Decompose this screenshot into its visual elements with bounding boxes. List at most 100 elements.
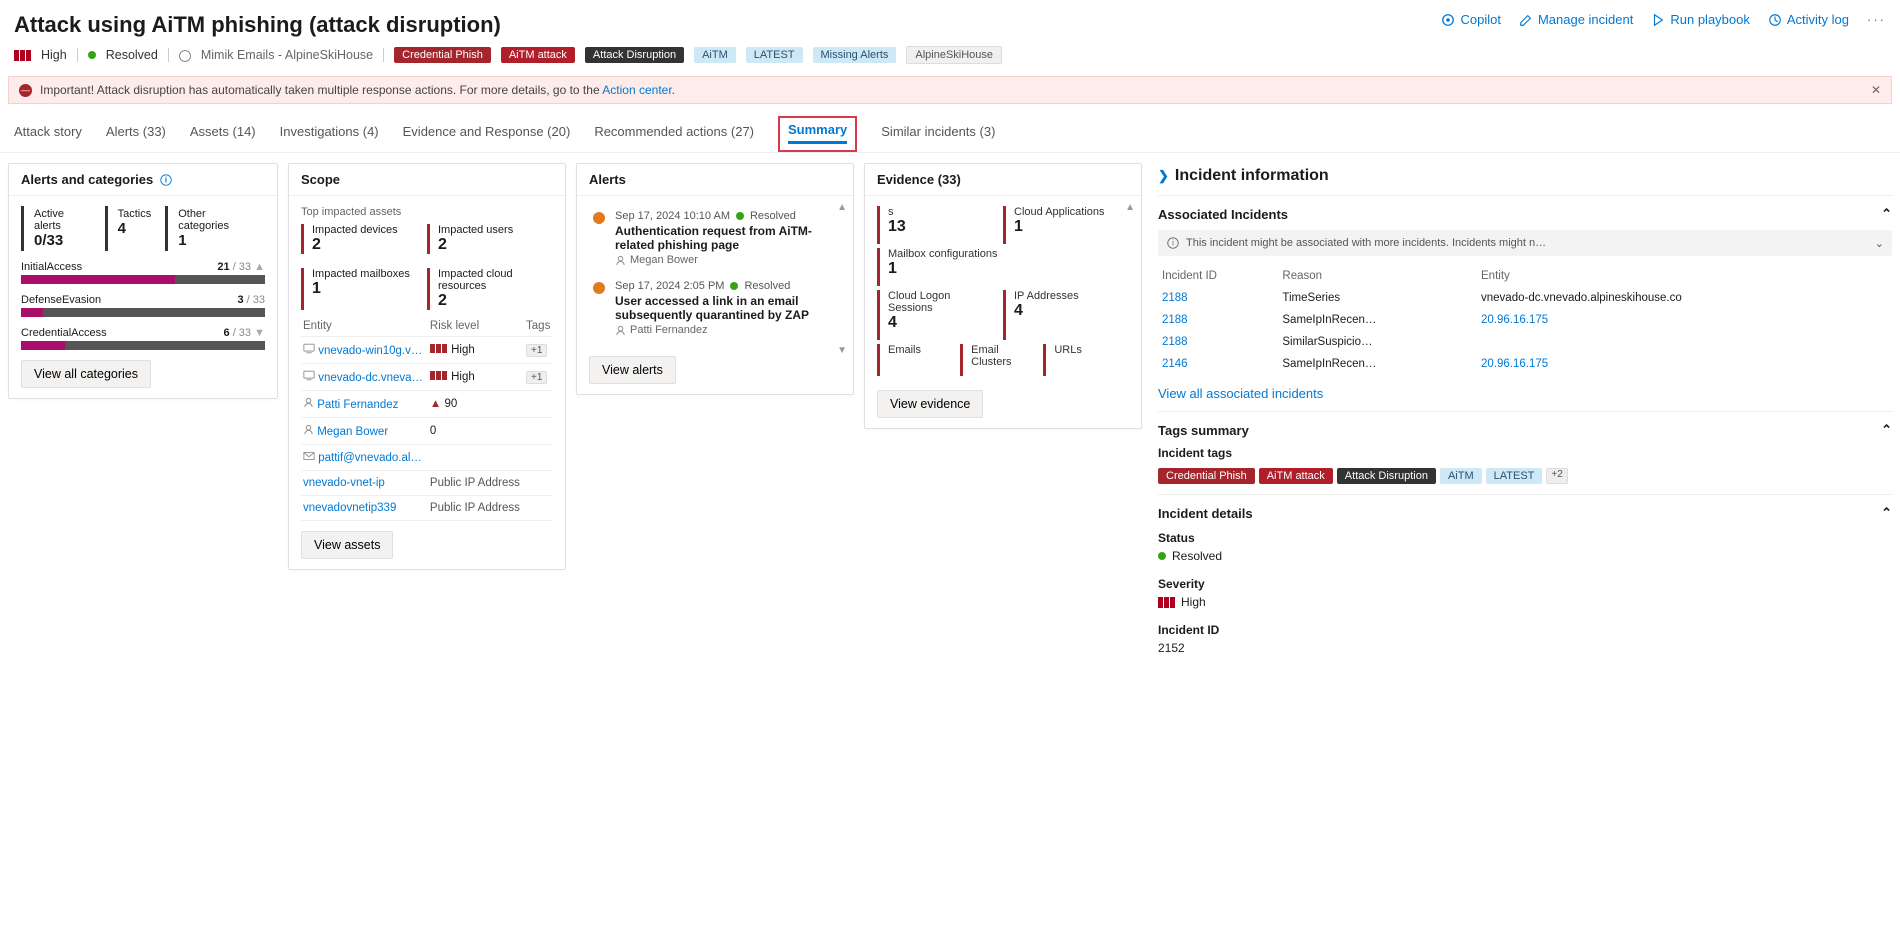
table-row[interactable]: vnevado-vnet-ipPublic IP Address [301, 471, 553, 496]
scope-metric-label: Impacted devices [312, 224, 419, 236]
table-row[interactable]: vnevadovnetip339Public IP Address [301, 496, 553, 521]
tag-credential-phish[interactable]: Credential Phish [394, 47, 491, 63]
scope-subtitle: Top impacted assets [301, 206, 553, 218]
table-row[interactable]: Megan Bower0 [301, 418, 553, 445]
category-name: DefenseEvasion [21, 294, 101, 306]
scroll-up-icon[interactable]: ▲ [837, 202, 847, 213]
tag-latest[interactable]: LATEST [746, 47, 803, 63]
evidence-item: Emails [877, 344, 960, 376]
tag[interactable]: LATEST [1486, 468, 1543, 484]
tag-attack-disruption[interactable]: Attack Disruption [585, 47, 684, 63]
tag-aitm-attack[interactable]: AiTM attack [501, 47, 575, 63]
scope-metric-value: 2 [438, 292, 545, 310]
entity-link[interactable]: Patti Fernandez [317, 399, 398, 411]
status-label: Status [1158, 531, 1892, 545]
table-row[interactable]: 2188SimilarSuspicio… [1160, 332, 1890, 352]
status-bullet-icon [593, 212, 605, 224]
notice-text: Important! Attack disruption has automat… [40, 83, 602, 97]
table-row[interactable]: vnevado-win10g.v… High+1 [301, 337, 553, 364]
evidence-item: s13 [877, 206, 1003, 244]
user-icon [179, 50, 191, 62]
tag[interactable]: AiTM attack [1259, 468, 1333, 484]
tab-recommended[interactable]: Recommended actions (27) [594, 118, 754, 152]
incident-id-link[interactable]: 2188 [1162, 314, 1188, 326]
copilot-icon [1441, 13, 1455, 27]
close-icon[interactable]: ✕ [1871, 83, 1881, 97]
tags-summary-header[interactable]: Tags summary⌃ [1158, 422, 1892, 438]
status-bullet-icon [593, 282, 605, 294]
tab-assets[interactable]: Assets (14) [190, 118, 256, 152]
scope-metric-label: Impacted mailboxes [312, 268, 419, 280]
tab-investigations[interactable]: Investigations (4) [280, 118, 379, 152]
severity-value: High [1181, 595, 1206, 609]
tab-attack-story[interactable]: Attack story [14, 118, 82, 152]
action-center-link[interactable]: Action center [602, 83, 671, 97]
info-icon: i [1166, 236, 1180, 250]
tab-evidence-response[interactable]: Evidence and Response (20) [403, 118, 571, 152]
tag[interactable]: Credential Phish [1158, 468, 1255, 484]
more-icon[interactable]: ··· [1867, 12, 1886, 27]
incident-id-link[interactable]: 2188 [1162, 292, 1188, 304]
activity-log-button[interactable]: Activity log [1768, 12, 1849, 27]
incident-id-label: Incident ID [1158, 623, 1892, 637]
tag[interactable]: AiTM [1440, 468, 1482, 484]
entity-link[interactable]: vnevado-vnet-ip [303, 477, 385, 489]
category-name: CredentialAccess [21, 327, 107, 339]
view-alerts-button[interactable]: View alerts [589, 356, 676, 384]
table-row[interactable]: 2188SameIpInRecen…20.96.16.175 [1160, 310, 1890, 330]
run-playbook-button[interactable]: Run playbook [1651, 12, 1750, 27]
tag-more[interactable]: +2 [1546, 468, 1567, 484]
copilot-button[interactable]: Copilot [1441, 12, 1500, 27]
chevron-down-icon[interactable]: ⌄ [1875, 237, 1884, 250]
chevron-up-icon: ⌃ [1881, 206, 1892, 222]
other-cat-label: Other categories [178, 208, 255, 232]
owner-label: Mimik Emails - AlpineSkiHouse [201, 48, 373, 62]
play-icon [1651, 13, 1665, 27]
table-row[interactable]: Patti Fernandez▲ 90 [301, 391, 553, 418]
scroll-up-icon[interactable]: ▲ [1125, 202, 1135, 213]
table-row[interactable]: 2146SameIpInRecen…20.96.16.175 [1160, 354, 1890, 374]
info-icon[interactable]: i [159, 173, 173, 187]
active-alerts-value: 0/33 [34, 232, 91, 249]
other-cat-value: 1 [178, 232, 255, 249]
entity-link[interactable]: vnevado-win10g.v… [318, 345, 422, 357]
alert-item[interactable]: Sep 17, 2024 10:10 AMResolvedAuthenticat… [589, 206, 841, 276]
view-evidence-button[interactable]: View evidence [877, 390, 983, 418]
view-assets-button[interactable]: View assets [301, 531, 393, 559]
scroll-down-icon[interactable]: ▼ [837, 345, 847, 356]
scope-metric-value: 2 [438, 236, 545, 254]
tag-missing-alerts[interactable]: Missing Alerts [813, 47, 897, 63]
severity-label: High [41, 48, 67, 62]
table-row[interactable]: pattif@vnevado.al… [301, 445, 553, 471]
tag-alpineskihouse[interactable]: AlpineSkiHouse [906, 46, 1002, 64]
manage-incident-button[interactable]: Manage incident [1519, 12, 1633, 27]
table-row[interactable]: vnevado-dc.vneva… High+1 [301, 364, 553, 391]
tab-similar[interactable]: Similar incidents (3) [881, 118, 995, 152]
chevron-up-icon: ⌃ [1881, 422, 1892, 438]
entity-link[interactable]: vnevado-dc.vneva… [318, 372, 423, 384]
card-title-evidence: Evidence (33) [877, 172, 961, 187]
incident-id-link[interactable]: 2188 [1162, 336, 1188, 348]
incident-id-value: 2152 [1158, 641, 1892, 655]
associated-incidents-header[interactable]: Associated Incidents⌃ [1158, 206, 1892, 222]
tab-alerts[interactable]: Alerts (33) [106, 118, 166, 152]
status-label: Resolved [106, 48, 158, 62]
tag[interactable]: Attack Disruption [1337, 468, 1436, 484]
alert-item[interactable]: Sep 17, 2024 2:05 PMResolvedUser accesse… [589, 276, 841, 346]
tab-summary[interactable]: Summary [788, 122, 847, 144]
chevron-right-icon[interactable]: ❯ [1158, 168, 1169, 184]
view-all-associated-link[interactable]: View all associated incidents [1158, 386, 1323, 401]
table-row[interactable]: 2188TimeSeriesvnevado-dc.vnevado.alpines… [1160, 288, 1890, 308]
scope-metric-value: 2 [312, 236, 419, 254]
card-title-alerts: Alerts [589, 172, 626, 187]
severity-icon [1158, 597, 1175, 608]
entity-link[interactable]: vnevadovnetip339 [303, 502, 396, 514]
incident-id-link[interactable]: 2146 [1162, 358, 1188, 370]
entity-link[interactable]: Megan Bower [317, 426, 388, 438]
incident-details-header[interactable]: Incident details⌃ [1158, 505, 1892, 521]
status-icon [88, 51, 96, 59]
scope-metric-label: Impacted cloud resources [438, 268, 545, 292]
entity-link[interactable]: pattif@vnevado.al… [318, 452, 422, 464]
tag-aitm[interactable]: AiTM [694, 47, 736, 63]
view-all-categories-button[interactable]: View all categories [21, 360, 151, 388]
